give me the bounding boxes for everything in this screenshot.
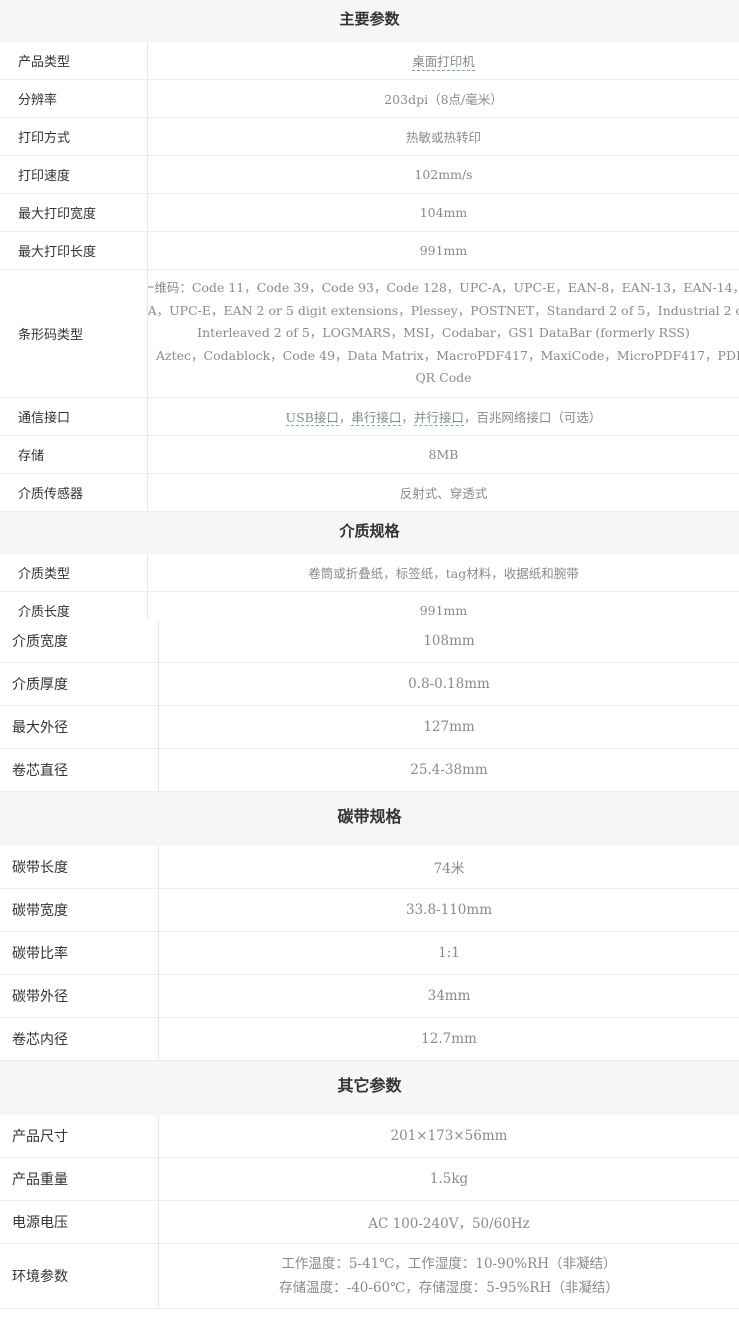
- separator: ，: [401, 410, 414, 425]
- environment-line: 工作温度：5-41℃，工作湿度：10-90%RH（非凝结）: [281, 1256, 617, 1272]
- table-row: 最大打印宽度 104mm: [0, 194, 739, 232]
- table-row: 碳带长度 74米: [0, 846, 739, 889]
- row-label: 介质厚度: [0, 663, 159, 705]
- row-value: 991mm: [419, 243, 468, 258]
- table-row: 碳带外径 34mm: [0, 975, 739, 1018]
- table-row: 打印速度 102mm/s: [0, 156, 739, 194]
- spec-table: 主要参数 产品类型 桌面打印机 分辨率 203dpi（8点/毫米） 打印方式 热…: [0, 0, 739, 1309]
- barcode-line: Interleaved 2 of 5，LOGMARS，MSI，Codabar，G…: [197, 325, 690, 341]
- row-label: 打印速度: [0, 156, 148, 193]
- row-label: 卷芯内径: [0, 1018, 159, 1060]
- table-row: 环境参数 工作温度：5-41℃，工作湿度：10-90%RH（非凝结） 存储温度：…: [0, 1244, 739, 1309]
- separator: ，: [338, 410, 352, 425]
- row-label: 碳带比率: [0, 932, 159, 974]
- barcode-line: 二维码：Aztec，Codablock，Code 49，Data Matrix，…: [148, 347, 739, 363]
- table-row: 介质厚度 0.8-0.18mm: [0, 663, 739, 706]
- interface-line: USB接口，串行接口，并行接口，百兆网络接口（可选）: [285, 407, 602, 426]
- row-value: 1:1: [438, 945, 460, 961]
- row-value: USB接口，串行接口，并行接口，百兆网络接口（可选）: [148, 398, 739, 435]
- row-value: 热敏或热转印: [405, 130, 481, 145]
- row-value: 74米: [433, 861, 465, 877]
- section-header-other: 其它参数: [0, 1061, 739, 1115]
- table-row: 产品类型 桌面打印机: [0, 42, 739, 80]
- row-label: 介质长度: [0, 592, 148, 620]
- parallel-interface-link[interactable]: 并行接口: [413, 410, 464, 426]
- separator: ，: [463, 410, 477, 425]
- table-row: 电源电压 AC 100-240V，50/60Hz: [0, 1201, 739, 1244]
- row-value: 33.8-110mm: [406, 902, 492, 918]
- row-value: 991mm: [419, 603, 468, 618]
- spec-group-lower: 介质宽度 108mm 介质厚度 0.8-0.18mm 最大外径 127mm 卷芯…: [0, 620, 739, 1309]
- row-value: 0.8-0.18mm: [408, 676, 490, 692]
- row-value: 203dpi（8点/毫米）: [384, 92, 503, 107]
- table-row: 卷芯内径 12.7mm: [0, 1018, 739, 1061]
- row-label: 存储: [0, 436, 148, 473]
- environment-line: 存储温度：-40-60℃，存储湿度：5-95%RH（非凝结）: [279, 1280, 619, 1296]
- row-label: 分辨率: [0, 80, 148, 117]
- row-value: 1.5kg: [429, 1171, 469, 1187]
- serial-interface-link[interactable]: 串行接口: [351, 410, 402, 426]
- barcode-line: 一维码：Code 11，Code 39，Code 93，Code 128，UPC…: [148, 280, 739, 296]
- row-label: 介质传感器: [0, 474, 148, 511]
- product-type-link[interactable]: 桌面打印机: [412, 51, 475, 71]
- table-row: 存储 8MB: [0, 436, 739, 474]
- row-value: 卷筒或折叠纸，标签纸，tag材料，收据纸和腕带: [308, 566, 579, 581]
- section-header-main: 主要参数: [0, 0, 739, 42]
- row-label: 碳带外径: [0, 975, 159, 1017]
- row-value: AC 100-240V，50/60Hz: [368, 1216, 530, 1232]
- row-label: 打印方式: [0, 118, 148, 155]
- row-label: 介质类型: [0, 554, 148, 591]
- network-interface-text: 百兆网络接口（可选）: [476, 410, 602, 425]
- table-row: 最大打印长度 991mm: [0, 232, 739, 270]
- table-row: 介质长度 991mm: [0, 592, 739, 620]
- table-row: 分辨率 203dpi（8点/毫米）: [0, 80, 739, 118]
- row-label: 最大打印宽度: [0, 194, 148, 231]
- row-value: 104mm: [419, 205, 468, 220]
- table-row: 介质宽度 108mm: [0, 620, 739, 663]
- table-row: 打印方式 热敏或热转印: [0, 118, 739, 156]
- row-value: 108mm: [423, 633, 475, 649]
- row-label: 电源电压: [0, 1201, 159, 1243]
- row-value: 一维码：Code 11，Code 39，Code 93，Code 128，UPC…: [148, 270, 739, 397]
- usb-interface-link[interactable]: USB接口: [285, 410, 339, 426]
- row-label: 产品类型: [0, 42, 148, 79]
- table-row: 产品重量 1.5kg: [0, 1158, 739, 1201]
- row-label: 条形码类型: [0, 270, 148, 397]
- row-label: 卷芯直径: [0, 749, 159, 791]
- barcode-line: QR Code: [415, 370, 472, 386]
- table-row: 条形码类型 一维码：Code 11，Code 39，Code 93，Code 1…: [0, 270, 739, 398]
- table-row: 碳带比率 1:1: [0, 932, 739, 975]
- row-label: 碳带宽度: [0, 889, 159, 931]
- spec-group-upper: 主要参数 产品类型 桌面打印机 分辨率 203dpi（8点/毫米） 打印方式 热…: [0, 0, 739, 620]
- table-row: 碳带宽度 33.8-110mm: [0, 889, 739, 932]
- row-label: 产品尺寸: [0, 1115, 159, 1157]
- row-value: 127mm: [423, 719, 475, 735]
- table-row: 通信接口 USB接口，串行接口，并行接口，百兆网络接口（可选）: [0, 398, 739, 436]
- row-label: 环境参数: [0, 1244, 159, 1308]
- row-label: 介质宽度: [0, 620, 159, 662]
- table-row: 最大外径 127mm: [0, 706, 739, 749]
- row-label: 最大打印长度: [0, 232, 148, 269]
- table-row: 介质类型 卷筒或折叠纸，标签纸，tag材料，收据纸和腕带: [0, 554, 739, 592]
- row-value: 102mm/s: [414, 167, 473, 182]
- table-row: 产品尺寸 201×173×56mm: [0, 1115, 739, 1158]
- row-value: 34mm: [427, 988, 471, 1004]
- table-row: 介质传感器 反射式、穿透式: [0, 474, 739, 512]
- row-value: 25.4-38mm: [410, 762, 488, 778]
- row-value: 12.7mm: [421, 1031, 477, 1047]
- row-label: 产品重量: [0, 1158, 159, 1200]
- barcode-line: UPC-A，UPC-E，EAN 2 or 5 digit extensions，…: [148, 302, 739, 318]
- section-header-media: 介质规格: [0, 512, 739, 554]
- row-label: 碳带长度: [0, 846, 159, 888]
- row-value: 桌面打印机: [148, 42, 739, 79]
- row-value: 8MB: [428, 447, 459, 462]
- row-value: 工作温度：5-41℃，工作湿度：10-90%RH（非凝结） 存储温度：-40-6…: [159, 1244, 739, 1308]
- row-label: 最大外径: [0, 706, 159, 748]
- table-row: 卷芯直径 25.4-38mm: [0, 749, 739, 792]
- section-header-ribbon: 碳带规格: [0, 792, 739, 846]
- row-value: 反射式、穿透式: [399, 486, 488, 501]
- row-label: 通信接口: [0, 398, 148, 435]
- row-value: 201×173×56mm: [390, 1128, 508, 1144]
